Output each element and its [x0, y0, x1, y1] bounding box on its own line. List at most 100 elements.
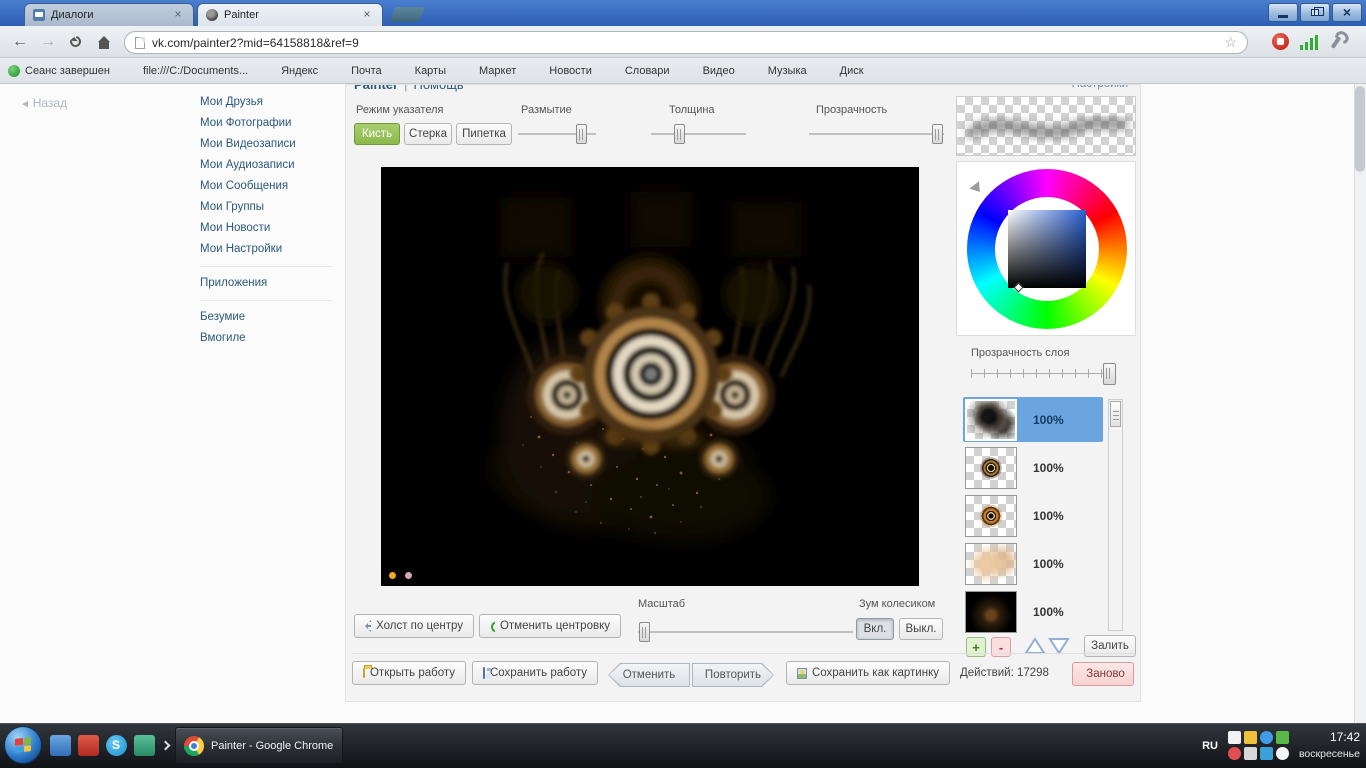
zoom-off-button[interactable]: Выкл. [899, 618, 943, 640]
brush-mode-button[interactable]: Кисть [354, 123, 400, 145]
blur-slider-handle[interactable] [576, 124, 587, 144]
bookmark-item[interactable]: Карты [398, 65, 446, 77]
layer-row[interactable]: 100% [963, 493, 1103, 538]
scrollbar-thumb[interactable] [1355, 86, 1365, 172]
save-as-image-button[interactable]: Сохранить как картинку [786, 661, 950, 685]
tray-icon-2[interactable] [1244, 731, 1257, 744]
layer-row[interactable]: 100% [963, 589, 1103, 634]
undo-centering-button[interactable]: Отменить центровку [479, 614, 621, 638]
reload-button[interactable] [64, 31, 88, 53]
bookmark-item[interactable]: Яндекс [264, 65, 318, 77]
bookmark-item[interactable]: file:///C:/Documents... [126, 65, 248, 77]
settings-link[interactable]: Настройки [1072, 84, 1128, 90]
home-button[interactable] [92, 31, 116, 53]
sidebar-item-photos[interactable]: Мои Фотографии [200, 113, 332, 134]
tray-icon-4[interactable] [1276, 731, 1289, 744]
tray-icon-3[interactable] [1260, 731, 1273, 744]
drawing-canvas[interactable] [381, 167, 919, 586]
bookmark-item[interactable]: Маркет [462, 65, 516, 77]
layer-row[interactable]: 100% [963, 445, 1103, 490]
restore-button[interactable] [1300, 3, 1330, 22]
tray-icon-6[interactable] [1244, 747, 1257, 760]
layers-scrollbar[interactable] [1108, 399, 1123, 631]
color-swatch-primary[interactable] [389, 572, 396, 579]
sidebar-item-friends[interactable]: Мои Друзья [200, 92, 332, 113]
minimize-button[interactable] [1268, 3, 1298, 22]
bookmark-item[interactable]: Видео [686, 65, 735, 77]
saturation-value-square[interactable] [1008, 210, 1086, 288]
opacity-slider-handle[interactable] [932, 124, 943, 144]
sidebar-item-videos[interactable]: Мои Видеозаписи [200, 134, 332, 155]
forward-button[interactable] [36, 31, 60, 53]
sidebar-item-vmogile[interactable]: Вмогиле [200, 328, 332, 349]
bookmark-star-icon[interactable] [1224, 34, 1237, 51]
hue-wheel[interactable] [967, 169, 1127, 329]
pinned-app-icon-2[interactable] [78, 735, 99, 756]
sidebar-item-audio[interactable]: Мои Аудиозаписи [200, 155, 332, 176]
redo-button[interactable]: Повторить [692, 663, 774, 687]
tray-icon-5[interactable] [1228, 747, 1241, 760]
reset-button[interactable]: Заново [1072, 662, 1134, 686]
toolbar-expand-icon[interactable] [161, 741, 171, 751]
eraser-mode-button[interactable]: Стерка [404, 123, 452, 145]
thickness-slider[interactable] [651, 133, 746, 135]
bookmark-label: Сеанс завершен [25, 65, 110, 77]
bookmark-item[interactable]: Музыка [751, 65, 807, 77]
open-work-button[interactable]: Открыть работу [352, 661, 466, 685]
sidebar-item-settings[interactable]: Мои Настройки [200, 239, 332, 260]
network-signal-icon[interactable] [1300, 34, 1320, 50]
bookmark-item[interactable]: Диск [823, 65, 864, 77]
reload-icon [68, 34, 83, 49]
zoom-on-button[interactable]: Вкл. [856, 618, 894, 640]
pipette-mode-button[interactable]: Пипетка [456, 123, 512, 145]
bookmark-item[interactable]: Новости [532, 65, 592, 77]
back-link[interactable]: Назад [20, 96, 67, 110]
thickness-slider-handle[interactable] [674, 124, 685, 144]
sidebar-item-messages[interactable]: Мои Сообщения [200, 176, 332, 197]
address-bar[interactable]: vk.com/painter2?mid=64158818&ref=9 [124, 31, 1248, 54]
pinned-app-icon-1[interactable] [50, 735, 71, 756]
tray-icon-7[interactable] [1260, 747, 1273, 760]
layer-row[interactable]: 100% [963, 397, 1103, 442]
tab-painter[interactable]: Painter [197, 3, 383, 26]
bookmark-item[interactable]: Сеанс завершен [8, 65, 110, 77]
layer-opacity-slider[interactable] [971, 369, 1111, 378]
scale-slider[interactable] [638, 631, 853, 633]
language-indicator[interactable]: RU [1202, 740, 1218, 752]
layer-row[interactable]: 100% [963, 541, 1103, 586]
opacity-slider[interactable] [809, 133, 944, 135]
tab-close-icon[interactable] [360, 8, 374, 22]
extension-icon[interactable] [1272, 33, 1289, 50]
system-tray: RU 17:42 воскресенье [1202, 723, 1360, 768]
bookmark-item[interactable]: Почта [334, 65, 382, 77]
color-swatch-secondary[interactable] [405, 572, 412, 579]
tray-icon-8[interactable] [1276, 747, 1289, 760]
start-button[interactable] [4, 726, 42, 764]
back-button[interactable] [8, 31, 32, 53]
add-layer-button[interactable]: + [966, 637, 986, 657]
new-tab-button[interactable] [389, 7, 426, 22]
pinned-app-icon-3[interactable] [106, 735, 127, 756]
sidebar-item-news[interactable]: Мои Новости [200, 218, 332, 239]
layer-opacity-handle[interactable] [1103, 363, 1116, 385]
chrome-task-button[interactable]: Painter - Google Chrome [175, 727, 343, 764]
sidebar-item-apps[interactable]: Приложения [200, 273, 332, 294]
save-work-button[interactable]: Сохранить работу [472, 661, 598, 685]
sidebar-item-bezumie[interactable]: Безумие [200, 307, 332, 328]
clock[interactable]: 17:42 воскресенье [1299, 729, 1360, 762]
close-button[interactable] [1332, 3, 1362, 22]
sidebar-item-groups[interactable]: Мои Группы [200, 197, 332, 218]
menu-wrench-icon[interactable] [1331, 36, 1342, 49]
tab-close-icon[interactable] [171, 8, 185, 22]
tab-dialogs[interactable]: Диалоги [24, 3, 194, 26]
center-canvas-button[interactable]: Холст по центру [354, 614, 474, 638]
pinned-app-icon-4[interactable] [134, 735, 155, 756]
undo-button[interactable]: Отменить [608, 663, 690, 687]
remove-layer-button[interactable]: - [991, 637, 1011, 657]
page-scrollbar[interactable] [1354, 84, 1366, 723]
scale-slider-handle[interactable] [639, 622, 650, 642]
layers-scrollbar-thumb[interactable] [1110, 401, 1121, 427]
tray-icon-1[interactable] [1228, 731, 1241, 744]
help-link[interactable]: Помощь [413, 84, 463, 92]
bookmark-item[interactable]: Словари [608, 65, 670, 77]
